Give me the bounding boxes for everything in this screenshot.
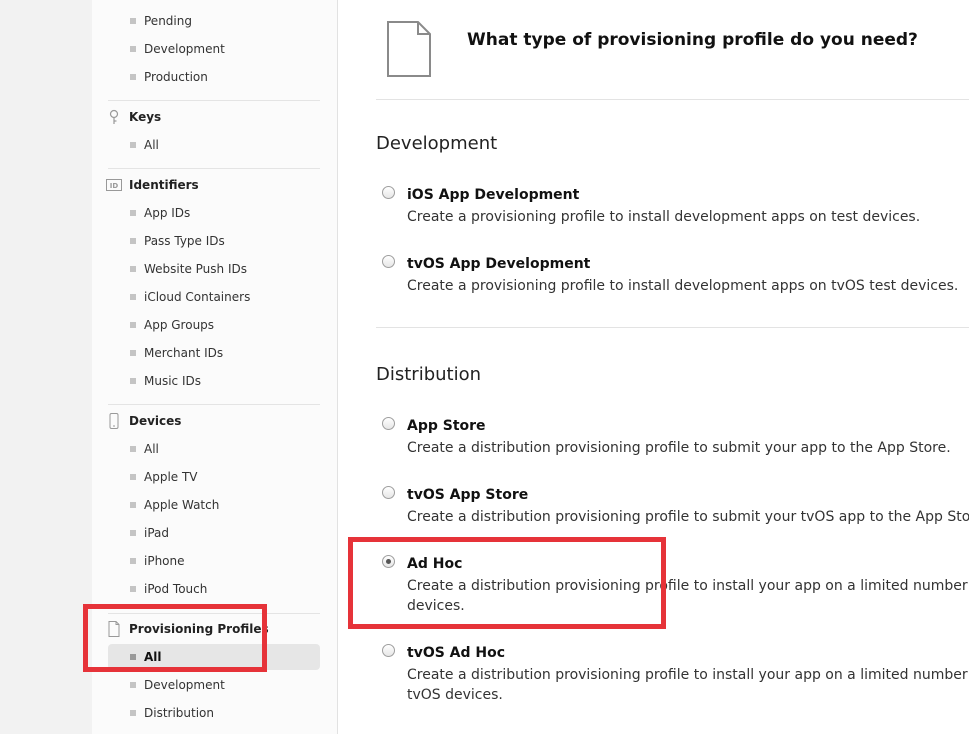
option-title: tvOS App Store [407,487,529,503]
sidebar-section-identifiers[interactable]: ID Identifiers [102,173,322,197]
bullet-icon [130,74,136,80]
bullet-icon [130,266,136,272]
sidebar-item-devices-all[interactable]: All [108,437,320,461]
highlight-box-ad-hoc [348,537,666,629]
svg-text:ID: ID [110,182,119,190]
radio-ios-app-development[interactable] [382,186,395,199]
phone-icon [109,413,119,429]
bullet-icon [130,18,136,24]
bullet-icon [130,502,136,508]
sidebar-section-keys[interactable]: Keys [102,105,322,129]
sidebar-item-keys-all[interactable]: All [108,133,320,157]
option-title: tvOS App Development [407,256,591,272]
radio-tvos-app-development[interactable] [382,255,395,268]
bullet-icon [130,238,136,244]
sidebar-section-devices[interactable]: Devices [102,409,322,433]
bullet-icon [130,210,136,216]
sidebar-divider [108,100,320,101]
sidebar-item-icloud-containers[interactable]: iCloud Containers [108,285,320,309]
bullet-icon [130,558,136,564]
bullet-icon [130,682,136,688]
bullet-icon [130,350,136,356]
sidebar-item-music-ids[interactable]: Music IDs [108,369,320,393]
sidebar-item-development[interactable]: Development [108,37,320,61]
sidebar-item-production[interactable]: Production [108,65,320,89]
bullet-icon [130,46,136,52]
sidebar-item-ipad[interactable]: iPad [108,521,320,545]
bullet-icon [130,586,136,592]
key-icon [109,109,119,124]
sidebar-item-pass-type-ids[interactable]: Pass Type IDs [108,229,320,253]
radio-tvos-ad-hoc[interactable] [382,644,395,657]
option-title: App Store [407,418,486,434]
bullet-icon [130,378,136,384]
option-description: Create a distribution provisioning profi… [407,667,969,683]
sidebar-item-website-push-ids[interactable]: Website Push IDs [108,257,320,281]
sidebar-item-apple-tv[interactable]: Apple TV [108,465,320,489]
sidebar-item-iphone[interactable]: iPhone [108,549,320,573]
bullet-icon [130,322,136,328]
option-description: Create a provisioning profile to install… [407,278,959,294]
bullet-icon [130,474,136,480]
document-icon [387,21,431,77]
sidebar-item-app-groups[interactable]: App Groups [108,313,320,337]
sidebar-item-ipod-touch[interactable]: iPod Touch [108,577,320,601]
sidebar-item-pending[interactable]: Pending [108,9,320,33]
sidebar-item-apple-watch[interactable]: Apple Watch [108,493,320,517]
radio-tvos-app-store[interactable] [382,486,395,499]
option-description-continued: tvOS devices. [407,687,503,703]
highlight-box-provisioning-profiles-all [83,604,267,672]
bullet-icon [130,446,136,452]
sidebar-item-merchant-ids[interactable]: Merchant IDs [108,341,320,365]
option-description: Create a provisioning profile to install… [407,209,921,225]
sidebar-item-profiles-distribution[interactable]: Distribution [108,701,320,725]
bullet-icon [130,710,136,716]
title-divider [376,99,969,100]
page-title: What type of provisioning profile do you… [467,30,918,50]
sidebar-item-app-ids[interactable]: App IDs [108,201,320,225]
radio-app-store[interactable] [382,417,395,430]
id-card-icon: ID [106,179,122,191]
bullet-icon [130,530,136,536]
section-title-distribution: Distribution [376,364,482,385]
option-description: Create a distribution provisioning profi… [407,440,951,456]
sidebar-item-profiles-development[interactable]: Development [108,673,320,697]
bullet-icon [130,142,136,148]
bullet-icon [130,294,136,300]
option-title: iOS App Development [407,187,580,203]
section-divider [376,327,969,328]
option-title: tvOS Ad Hoc [407,645,506,661]
sidebar-divider [108,404,320,405]
left-gutter [0,0,93,734]
sidebar-divider [108,168,320,169]
section-title-development: Development [376,133,498,154]
option-description: Create a distribution provisioning profi… [407,509,969,525]
